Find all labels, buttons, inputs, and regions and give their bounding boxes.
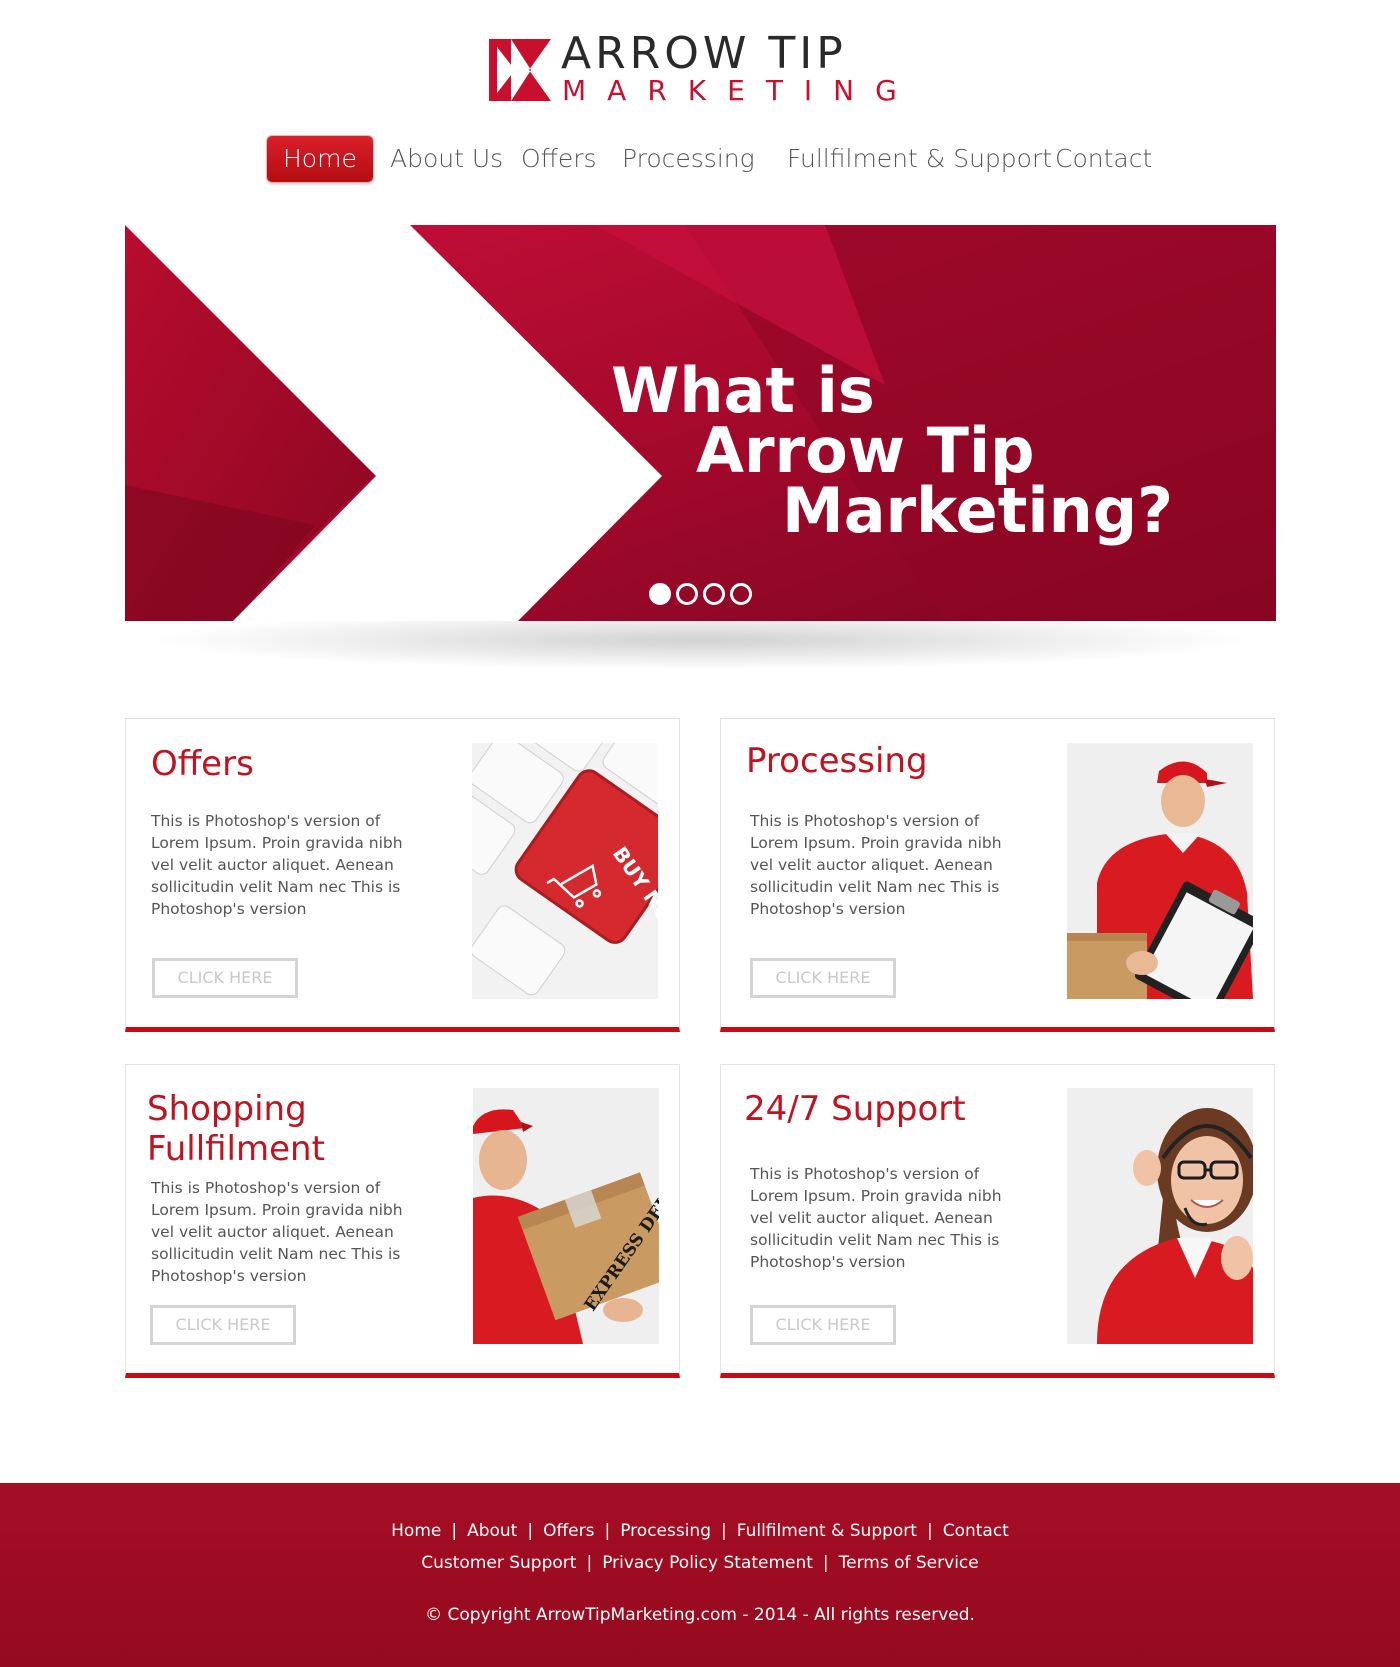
arrow-tip-logo-icon xyxy=(489,39,551,101)
click-here-button[interactable]: CLICK HERE xyxy=(150,1305,296,1345)
card-title-line1: Shopping xyxy=(147,1089,307,1129)
footer-separator: | xyxy=(586,1553,593,1573)
footer-link-privacy-policy[interactable]: Privacy Policy Statement xyxy=(602,1553,813,1573)
card-text: This is Photoshop's version of Lorem Ips… xyxy=(750,1165,1002,1271)
footer-separator: | xyxy=(604,1521,611,1541)
footer-links-row2: Customer Support | Privacy Policy Statemen… xyxy=(0,1553,1400,1573)
footer-link-home[interactable]: Home xyxy=(391,1521,441,1541)
courier-clipboard-image xyxy=(1067,743,1253,999)
footer-link-about[interactable]: About xyxy=(467,1521,517,1541)
buy-now-key-image: BUY NOW xyxy=(472,743,658,999)
main-nav: Home About Us Offers Processing Fullfilm… xyxy=(0,136,1400,186)
card-title-line2: Fullfilment xyxy=(147,1129,325,1169)
nav-home[interactable]: Home xyxy=(267,136,373,182)
footer-links-row1: Home | About | Offers | Processing | Fullfilment… xyxy=(0,1521,1400,1541)
slider-dot-1[interactable] xyxy=(649,583,671,605)
footer-separator: | xyxy=(822,1553,829,1573)
site-logo[interactable]: ARROW TIP MARKETING xyxy=(489,30,909,106)
footer-link-contact[interactable]: Contact xyxy=(943,1521,1009,1541)
footer-link-offers[interactable]: Offers xyxy=(543,1521,594,1541)
card-title: Processing xyxy=(746,741,928,781)
footer-separator: | xyxy=(527,1521,534,1541)
hero-slider[interactable]: What is Arrow Tip Marketing? xyxy=(125,225,1276,621)
nav-processing[interactable]: Processing xyxy=(622,136,755,182)
slider-dot-3[interactable] xyxy=(703,583,725,605)
hero-headline-line3: Marketing? xyxy=(782,474,1174,547)
support-agent-image xyxy=(1067,1088,1253,1344)
card-text: This is Photoshop's version of Lorem Ips… xyxy=(151,812,403,918)
footer-link-customer-support[interactable]: Customer Support xyxy=(421,1553,576,1573)
click-here-button[interactable]: CLICK HERE xyxy=(152,958,298,998)
footer-link-processing[interactable]: Processing xyxy=(620,1521,711,1541)
slider-dots xyxy=(649,583,752,605)
slider-dot-4[interactable] xyxy=(730,583,752,605)
card-title: 24/7 Support xyxy=(744,1089,966,1129)
footer-separator: | xyxy=(451,1521,458,1541)
nav-offers[interactable]: Offers xyxy=(521,136,597,182)
card-shopping-fullfilment: Shopping Fullfilment This is Photoshop's… xyxy=(125,1064,680,1378)
footer-separator: | xyxy=(721,1521,727,1541)
logo-title: ARROW TIP xyxy=(561,28,847,79)
nav-about-us[interactable]: About Us xyxy=(390,136,503,182)
nav-fullfilment-support[interactable]: Fullfilment & Support xyxy=(787,136,1052,182)
footer-separator: | xyxy=(926,1521,933,1541)
courier-box-image: EXPRESS DELIVERY xyxy=(473,1088,659,1344)
click-here-button[interactable]: CLICK HERE xyxy=(750,958,896,998)
footer-link-terms-of-service[interactable]: Terms of Service xyxy=(839,1553,979,1573)
card-support: 24/7 Support This is Photoshop's version… xyxy=(720,1064,1275,1378)
card-text: This is Photoshop's version of Lorem Ips… xyxy=(151,1179,403,1285)
slider-dot-2[interactable] xyxy=(676,583,698,605)
site-footer: Home | About | Offers | Processing | Fullfilment… xyxy=(0,1483,1400,1667)
card-offers: Offers This is Photoshop's version of Lo… xyxy=(125,718,680,1032)
card-processing: Processing This is Photoshop's version o… xyxy=(720,718,1275,1032)
footer-link-fullfilment-support[interactable]: Fullfilment & Support xyxy=(737,1521,917,1541)
card-title: Offers xyxy=(151,744,254,784)
nav-contact[interactable]: Contact xyxy=(1055,136,1152,182)
card-text: This is Photoshop's version of Lorem Ips… xyxy=(750,812,1002,918)
click-here-button[interactable]: CLICK HERE xyxy=(750,1305,896,1345)
footer-copyright: © Copyright ArrowTipMarketing.com - 2014… xyxy=(425,1605,975,1625)
logo-subtitle: MARKETING xyxy=(562,74,918,107)
